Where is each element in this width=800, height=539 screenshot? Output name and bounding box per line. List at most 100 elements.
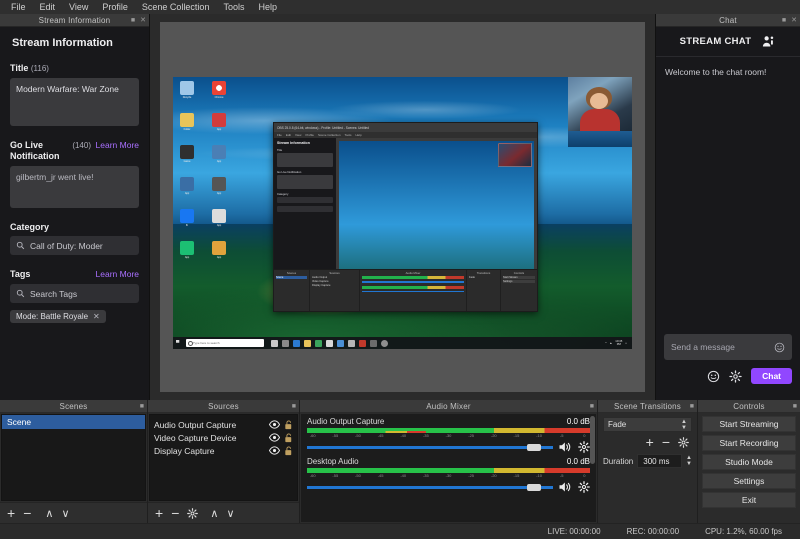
mixer-scrollbar[interactable] xyxy=(590,416,595,464)
menu-item-tools[interactable]: Tools xyxy=(216,0,251,14)
preview-canvas[interactable]: Recycle Folder Game App fb App Chrome Ap… xyxy=(160,22,645,392)
scenes-dock-title: Scenes xyxy=(59,401,88,411)
gear-icon[interactable] xyxy=(729,369,742,383)
remove-transition-button[interactable]: − xyxy=(662,435,670,449)
category-input[interactable]: Call of Duty: Moder xyxy=(10,236,139,255)
gear-icon[interactable] xyxy=(578,481,590,493)
close-icon[interactable]: ✕ xyxy=(791,17,797,24)
menu-item-view[interactable]: View xyxy=(62,0,95,14)
menu-bar: File Edit View Profile Scene Collection … xyxy=(0,0,800,14)
exit-button[interactable]: Exit xyxy=(702,492,796,508)
sources-dock: Sources ■ Audio Output Capture Video Cap… xyxy=(148,400,300,523)
sources-list[interactable]: Audio Output Capture Video Capture Devic… xyxy=(149,414,298,501)
emote-smiley-icon[interactable] xyxy=(774,342,785,353)
remove-source-button[interactable]: − xyxy=(171,506,179,520)
chat-send-button[interactable]: Chat xyxy=(751,368,792,384)
lock-open-icon[interactable] xyxy=(284,419,293,430)
taskbar-icon-edge xyxy=(293,339,300,347)
gear-icon[interactable] xyxy=(678,436,689,448)
move-source-down-button[interactable]: ∨ xyxy=(226,507,234,520)
desktop-icons-column-2: Chrome App App App App App xyxy=(209,81,249,273)
float-icon[interactable]: ■ xyxy=(131,17,135,24)
taskbar-icon-app-1 xyxy=(315,339,322,347)
duration-stepper[interactable]: ▲ ▼ xyxy=(686,455,692,467)
desktop-icon-recycle-bin: Recycle xyxy=(177,81,197,107)
menu-item-scene-collection[interactable]: Scene Collection xyxy=(135,0,217,14)
mixer-tick: -15 xyxy=(513,473,520,478)
tag-chip-battle-royale[interactable]: Mode: Battle Royale ✕ xyxy=(10,310,106,323)
float-icon[interactable]: ■ xyxy=(292,403,296,410)
gear-icon[interactable] xyxy=(187,507,199,519)
tag-remove-icon[interactable]: ✕ xyxy=(93,312,100,321)
eye-icon[interactable] xyxy=(269,446,280,455)
duration-input[interactable]: 300 ms xyxy=(637,454,683,468)
scene-list-item[interactable]: Scene xyxy=(2,415,145,429)
eye-icon[interactable] xyxy=(269,420,280,429)
source-properties-button[interactable] xyxy=(187,507,199,519)
duration-label: Duration xyxy=(603,456,634,466)
speaker-icon[interactable] xyxy=(558,441,573,453)
taskbar-icon-app-3 xyxy=(337,339,344,347)
desktop-icon-app-6: App xyxy=(209,209,229,235)
eye-icon[interactable] xyxy=(269,433,280,442)
nested-menu-edit: Edit xyxy=(285,133,292,137)
lock-open-icon[interactable] xyxy=(284,445,293,456)
menu-item-help[interactable]: Help xyxy=(251,0,284,14)
menu-item-file[interactable]: File xyxy=(4,0,33,14)
mixer-volume-slider[interactable] xyxy=(307,443,553,451)
bottom-dock-row: Scenes ■ Scene + − ∧ ∨ Sources ■ Audio O… xyxy=(0,400,800,523)
gear-icon[interactable] xyxy=(578,441,590,453)
controls-dock: Controls ■ Start Streaming Start Recordi… xyxy=(698,400,800,523)
tags-learn-more-link[interactable]: Learn More xyxy=(96,269,139,280)
speaker-icon[interactable] xyxy=(558,481,573,493)
mixer-volume-slider[interactable] xyxy=(307,483,553,491)
smiley-icon[interactable] xyxy=(707,370,720,383)
nested-title-box xyxy=(277,153,333,167)
settings-button[interactable]: Settings xyxy=(702,473,796,489)
chat-message-input[interactable]: Send a message xyxy=(664,334,792,360)
add-transition-button[interactable]: + xyxy=(646,435,654,449)
studio-mode-button[interactable]: Studio Mode xyxy=(702,454,796,470)
scenes-list[interactable]: Scene xyxy=(1,414,146,501)
source-list-item[interactable]: Display Capture xyxy=(150,444,297,457)
float-icon[interactable]: ■ xyxy=(590,403,594,410)
add-scene-button[interactable]: + xyxy=(7,506,15,520)
transition-select[interactable]: Fade ▲ ▼ xyxy=(603,417,692,432)
lock-open-icon[interactable] xyxy=(284,432,293,443)
taskbar-app-icons xyxy=(271,339,388,347)
start-recording-button[interactable]: Start Recording xyxy=(702,435,796,451)
add-source-button[interactable]: + xyxy=(155,506,163,520)
chevron-updown-icon[interactable]: ▲ ▼ xyxy=(681,419,687,431)
go-live-notification-input[interactable]: gilbertm_jr went live! xyxy=(10,166,139,208)
source-list-item[interactable]: Video Capture Device xyxy=(150,431,297,444)
taskbar-system-tray: ^ ▲ 10:45 PM □ xyxy=(605,340,629,346)
mixer-tick: -5 xyxy=(559,473,564,478)
float-icon[interactable]: ■ xyxy=(793,403,797,410)
menu-item-profile[interactable]: Profile xyxy=(95,0,135,14)
tray-clock: 10:45 PM xyxy=(615,339,623,346)
move-scene-down-button[interactable]: ∨ xyxy=(61,507,69,520)
title-input[interactable]: Modern Warfare: War Zone xyxy=(10,78,139,126)
move-scene-up-button[interactable]: ∧ xyxy=(45,507,53,520)
tags-search-input[interactable]: Search Tags xyxy=(10,284,139,303)
preview-area[interactable]: Recycle Folder Game App fb App Chrome Ap… xyxy=(150,14,655,400)
nested-tags-field xyxy=(277,206,333,212)
tag-chip-label: Mode: Battle Royale xyxy=(16,312,89,321)
menu-item-edit[interactable]: Edit xyxy=(33,0,63,14)
float-icon[interactable]: ■ xyxy=(140,403,144,410)
taskbar-icon-app-6 xyxy=(370,339,377,347)
remove-scene-button[interactable]: − xyxy=(23,506,31,520)
nested-obs-titlebar: OBS 25.0.8 (64-bit, windows) - Profile: … xyxy=(274,123,537,132)
taskbar-icon-app-4 xyxy=(348,339,355,347)
start-streaming-button[interactable]: Start Streaming xyxy=(702,416,796,432)
go-live-learn-more-link[interactable]: Learn More xyxy=(91,140,139,151)
float-icon[interactable]: ■ xyxy=(690,403,694,410)
float-icon[interactable]: ■ xyxy=(782,17,786,24)
audio-mixer-dock: Audio Mixer ■ Audio Output Capture 0.0 d… xyxy=(300,400,598,523)
transition-properties-button[interactable] xyxy=(678,436,689,448)
users-icon[interactable] xyxy=(761,34,776,49)
move-source-up-button[interactable]: ∧ xyxy=(210,507,218,520)
close-icon[interactable]: ✕ xyxy=(140,17,146,24)
nested-obs-window: OBS 25.0.8 (64-bit, windows) - Profile: … xyxy=(273,122,538,312)
source-list-item[interactable]: Audio Output Capture xyxy=(150,418,297,431)
